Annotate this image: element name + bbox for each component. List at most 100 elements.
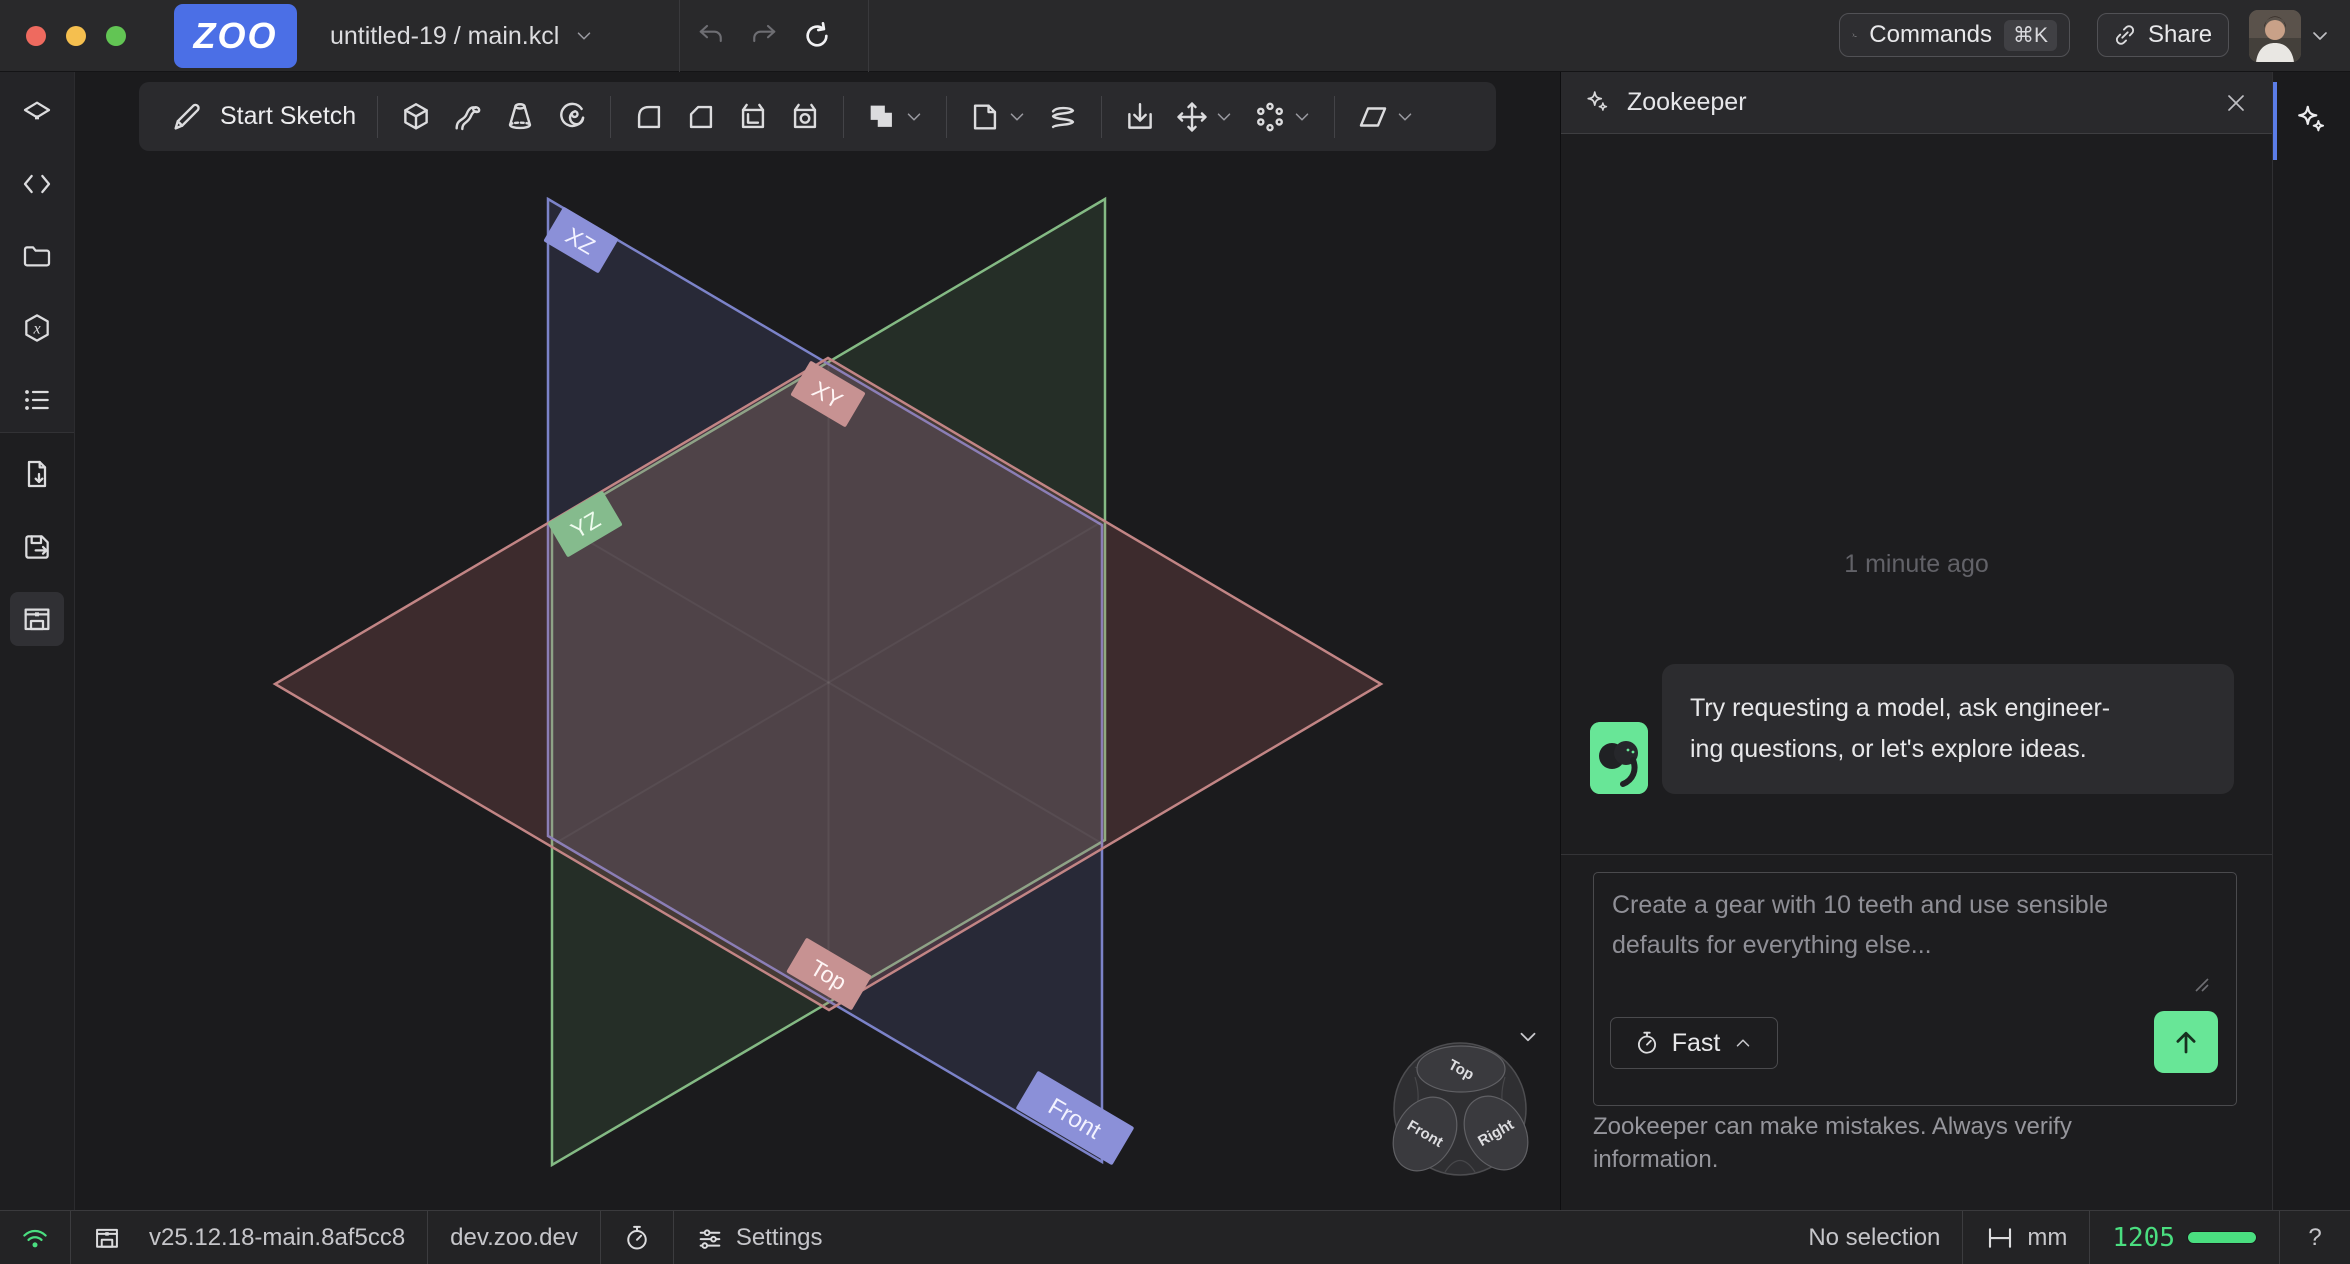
sidebar-item-project-files[interactable] [10, 229, 64, 283]
units-button[interactable]: mm [1963, 1211, 2089, 1264]
sidebar-item-save[interactable] [10, 520, 64, 574]
fillet-icon [632, 100, 666, 134]
reload-icon [801, 20, 833, 52]
gizmo-menu-button[interactable] [1515, 1024, 1541, 1050]
user-avatar[interactable] [2249, 10, 2301, 62]
zoom-window-button[interactable] [106, 26, 126, 46]
helix-icon [1046, 100, 1080, 134]
assistant-message: Try requesting a model, ask engineer- in… [1662, 664, 2234, 794]
title-bar: ZOO untitled-19 / main.kcl Commands ⌘K S… [0, 0, 2350, 72]
code-icon [21, 168, 53, 200]
zoo-logo-text: ZOO [194, 15, 278, 57]
view-gizmo[interactable]: Top Front Right [1385, 1037, 1535, 1187]
plane-button[interactable] [959, 92, 1037, 142]
prompt-input-container: Fast [1593, 872, 2237, 1106]
helix-button[interactable] [1037, 92, 1089, 142]
origin-planes-scene: XZ XY YZ Top Front [75, 72, 1560, 1210]
variable-hexagon-icon: x [21, 312, 53, 344]
construction-plane-button[interactable] [1347, 92, 1425, 142]
toolbar-divider [1334, 96, 1335, 138]
project-menu[interactable]: untitled-19 / main.kcl [330, 0, 595, 72]
start-sketch-button[interactable]: Start Sketch [161, 92, 365, 142]
pattern-button[interactable] [1244, 92, 1322, 142]
settings-label: Settings [736, 1224, 823, 1252]
view-gizmo-sphere: Top Front Right [1385, 1037, 1535, 1187]
toolbar-divider [843, 96, 844, 138]
toolbar-divider [1101, 96, 1102, 138]
model-selector-button[interactable]: Fast [1610, 1017, 1778, 1069]
extrude-button[interactable] [390, 92, 442, 142]
sidebar-item-kcl-code[interactable] [10, 157, 64, 211]
folder-icon [21, 240, 53, 272]
revolve-button[interactable] [546, 92, 598, 142]
network-status[interactable] [0, 1211, 70, 1264]
redo-button[interactable] [741, 14, 785, 58]
pattern-dots-icon [1253, 100, 1287, 134]
model-selector-label: Fast [1672, 1029, 1721, 1058]
boolean-button[interactable] [856, 92, 934, 142]
plane-sheet-icon [968, 100, 1002, 134]
fillet-button[interactable] [623, 92, 675, 142]
resize-handle[interactable] [2192, 975, 2210, 993]
close-panel-button[interactable] [2224, 91, 2248, 115]
chamfer-button[interactable] [675, 92, 727, 142]
loft-button[interactable] [494, 92, 546, 142]
terminal-prompt-icon [1852, 22, 1857, 48]
prompt-input[interactable] [1612, 885, 2178, 1005]
sweep-button[interactable] [442, 92, 494, 142]
chevron-up-icon [1732, 1032, 1754, 1054]
modeling-viewport[interactable]: XZ XY YZ Top Front Start Sket [75, 72, 1560, 1210]
close-window-button[interactable] [26, 26, 46, 46]
zookeeper-rail-button[interactable] [2273, 82, 2350, 160]
performance-button[interactable] [601, 1211, 673, 1264]
printer-icon [93, 1224, 121, 1252]
shell-button[interactable] [727, 92, 779, 142]
stopwatch-icon [623, 1224, 651, 1252]
titlebar-divider [868, 0, 869, 72]
move-button[interactable] [1166, 92, 1244, 142]
zoo-logo[interactable]: ZOO [174, 4, 297, 68]
toolbar-divider [946, 96, 947, 138]
sliders-icon [696, 1224, 724, 1252]
environment-host[interactable]: dev.zoo.dev [428, 1211, 600, 1264]
reload-button[interactable] [795, 14, 839, 58]
extrude-cube-icon [399, 100, 433, 134]
save-icon [21, 531, 53, 563]
settings-button[interactable]: Settings [674, 1211, 845, 1264]
move-arrows-icon [1175, 100, 1209, 134]
undo-button[interactable] [690, 14, 734, 58]
insert-button[interactable] [1114, 92, 1166, 142]
sidebar-item-feature-list[interactable] [10, 373, 64, 427]
measure-icon [1985, 1223, 2015, 1253]
hole-button[interactable] [779, 92, 831, 142]
user-menu-button[interactable] [2308, 24, 2332, 48]
grid-scale-slider[interactable] [2187, 1231, 2257, 1244]
right-rail [2272, 72, 2350, 1210]
shell-icon [736, 100, 770, 134]
send-button[interactable] [2154, 1011, 2218, 1073]
commands-shortcut-badge: ⌘K [2004, 20, 2057, 51]
modeling-toolbar: Start Sketch [139, 82, 1496, 151]
sidebar-item-modeling[interactable] [10, 85, 64, 139]
chevron-down-icon [1213, 106, 1235, 128]
share-button[interactable]: Share [2097, 13, 2229, 57]
sidebar-item-make[interactable] [10, 592, 64, 646]
svg-text:x: x [32, 320, 40, 337]
disclaimer-text: Zookeeper can make mistakes. Always veri… [1593, 1110, 2113, 1176]
commands-button[interactable]: Commands ⌘K [1839, 13, 2070, 57]
minimize-window-button[interactable] [66, 26, 86, 46]
chevron-down-icon [573, 25, 595, 47]
gizmo-face-top[interactable]: Top [1417, 1046, 1505, 1092]
zookeeper-avatar [1590, 722, 1648, 794]
sidebar-item-export[interactable] [10, 447, 64, 501]
app-version[interactable]: v25.12.18-main.8af5cc8 [143, 1211, 427, 1264]
help-button[interactable]: ? [2280, 1211, 2350, 1264]
hole-icon [788, 100, 822, 134]
toolbar-divider [610, 96, 611, 138]
make-status-button[interactable] [71, 1211, 143, 1264]
units-label: mm [2027, 1224, 2067, 1252]
pen-icon [170, 100, 204, 134]
start-sketch-label: Start Sketch [220, 102, 356, 131]
sidebar-item-variables[interactable]: x [10, 301, 64, 355]
grid-scale-control[interactable]: 1205 [2090, 1211, 2279, 1264]
